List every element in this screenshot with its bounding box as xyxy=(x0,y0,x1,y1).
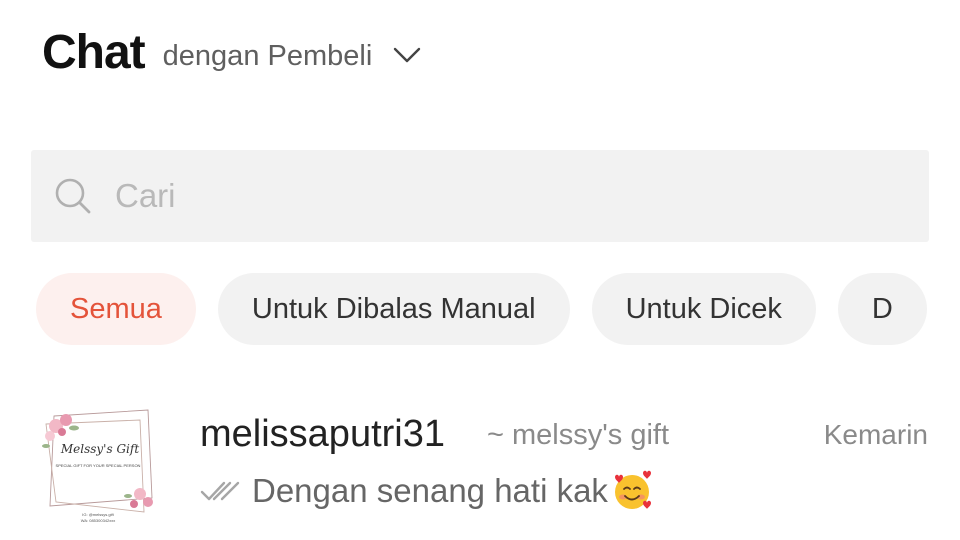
page-title: Chat xyxy=(42,25,146,79)
avatar: Melssy's Gift SPECIAL GIFT FOR YOUR SPEC… xyxy=(36,402,160,526)
filter-chip-more[interactable]: D xyxy=(837,273,927,345)
page-header: Chat dengan Pembeli xyxy=(42,22,422,82)
search-bar[interactable] xyxy=(31,150,929,242)
avatar-contact: IG: @melssys.gift xyxy=(82,512,114,517)
filter-chip-manual-reply[interactable]: Untuk Dibalas Manual xyxy=(217,273,570,345)
smiling-face-with-hearts-icon xyxy=(610,469,654,513)
chat-preview: Dengan senang hati kak xyxy=(200,469,654,513)
chat-preview-text: Dengan senang hati kak xyxy=(252,472,608,509)
filter-chip-all[interactable]: Semua xyxy=(36,273,196,345)
chat-shop-name: ~ melssy's gift xyxy=(487,419,670,451)
double-check-icon xyxy=(200,478,240,504)
avatar-brand: Melssy's Gift xyxy=(60,442,140,456)
filter-tabs: Semua Untuk Dibalas Manual Untuk Dicek D xyxy=(36,273,960,345)
filter-chip-to-check[interactable]: Untuk Dicek xyxy=(591,273,816,345)
avatar-phone: WA: 085300342xxx xyxy=(80,518,116,523)
chat-list-item[interactable]: Melssy's Gift SPECIAL GIFT FOR YOUR SPEC… xyxy=(0,385,960,540)
chat-timestamp: Kemarin xyxy=(823,419,928,450)
chat-username: melissaputri31 xyxy=(200,413,445,455)
avatar-tagline: SPECIAL GIFT FOR YOUR SPECIAL PERSON xyxy=(55,463,141,468)
chevron-down-icon[interactable] xyxy=(392,45,422,65)
search-icon xyxy=(53,176,93,216)
search-input[interactable] xyxy=(113,165,897,227)
chat-type-selector[interactable]: dengan Pembeli xyxy=(163,40,373,73)
